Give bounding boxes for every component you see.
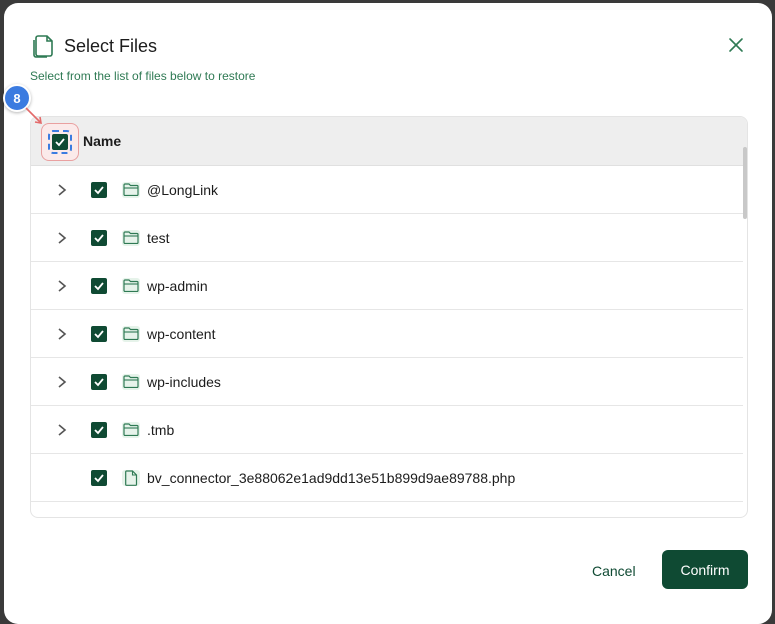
row-checkbox[interactable]	[91, 421, 107, 438]
row-checkbox[interactable]	[91, 373, 107, 390]
cancel-button[interactable]: Cancel	[592, 563, 636, 579]
chevron-right-icon[interactable]	[55, 279, 69, 293]
confirm-button[interactable]: Confirm	[662, 550, 748, 589]
folder-icon	[122, 229, 140, 246]
chevron-right-icon[interactable]	[55, 423, 69, 437]
row-checkbox[interactable]	[91, 325, 107, 342]
checkmark-icon	[94, 473, 104, 482]
checkmark-icon	[94, 377, 104, 386]
step-arrow-icon	[25, 107, 42, 124]
close-icon	[729, 38, 743, 52]
table-row[interactable]: wp-content	[31, 310, 743, 358]
row-label: @LongLink	[147, 181, 219, 198]
close-button[interactable]	[726, 35, 746, 55]
folder-icon	[122, 277, 140, 294]
checkmark-icon	[55, 138, 65, 147]
table-header: Name	[31, 117, 747, 166]
table-row[interactable]: bv_connector_3e88062e1ad9dd13e51b899d9ae…	[31, 454, 743, 502]
table-row[interactable]: wp-includes	[31, 358, 743, 406]
name-column-header[interactable]: Name	[83, 133, 121, 149]
files-icon	[33, 35, 53, 58]
chevron-right-icon[interactable]	[55, 183, 69, 197]
checkmark-icon	[94, 185, 104, 194]
select-all-checkbox[interactable]	[52, 134, 68, 150]
row-checkbox[interactable]	[91, 277, 107, 294]
chevron-right-icon[interactable]	[55, 327, 69, 341]
folder-icon	[122, 421, 140, 438]
checkmark-icon	[94, 425, 104, 434]
checkmark-icon	[94, 329, 104, 338]
files-table: Name @LongLink test wp-admin wp-content wp-i…	[30, 116, 748, 518]
row-label: .tmb	[147, 421, 175, 438]
row-label: test	[147, 229, 170, 246]
dialog-header: Select Files	[30, 33, 157, 59]
dialog-subtitle: Select from the list of files below to r…	[30, 69, 256, 83]
folder-icon	[122, 373, 140, 390]
row-checkbox[interactable]	[91, 469, 107, 486]
table-row[interactable]: .tmb	[31, 406, 743, 454]
files-list: @LongLink test wp-admin wp-content wp-includ…	[31, 166, 747, 502]
folder-icon	[122, 325, 140, 342]
row-label: wp-content	[147, 325, 216, 342]
file-icon	[122, 469, 140, 486]
checkmark-icon	[94, 233, 104, 242]
select-files-dialog: Select Files Select from the list of fil…	[4, 3, 772, 624]
scrollbar-thumb[interactable]	[743, 147, 747, 219]
chevron-right-icon[interactable]	[55, 375, 69, 389]
dialog-title: Select Files	[64, 35, 158, 56]
row-label: wp-includes	[147, 373, 221, 390]
table-row[interactable]: test	[31, 214, 743, 262]
table-row[interactable]: @LongLink	[31, 166, 743, 214]
folder-icon	[122, 181, 140, 198]
row-checkbox[interactable]	[91, 181, 107, 198]
checkmark-icon	[94, 281, 104, 290]
select-all-focus-ring	[48, 130, 72, 154]
row-checkbox[interactable]	[91, 229, 107, 246]
chevron-right-icon[interactable]	[55, 231, 69, 245]
row-label: bv_connector_3e88062e1ad9dd13e51b899d9ae…	[147, 469, 516, 486]
row-label: wp-admin	[147, 277, 208, 294]
table-row[interactable]: wp-admin	[31, 262, 743, 310]
